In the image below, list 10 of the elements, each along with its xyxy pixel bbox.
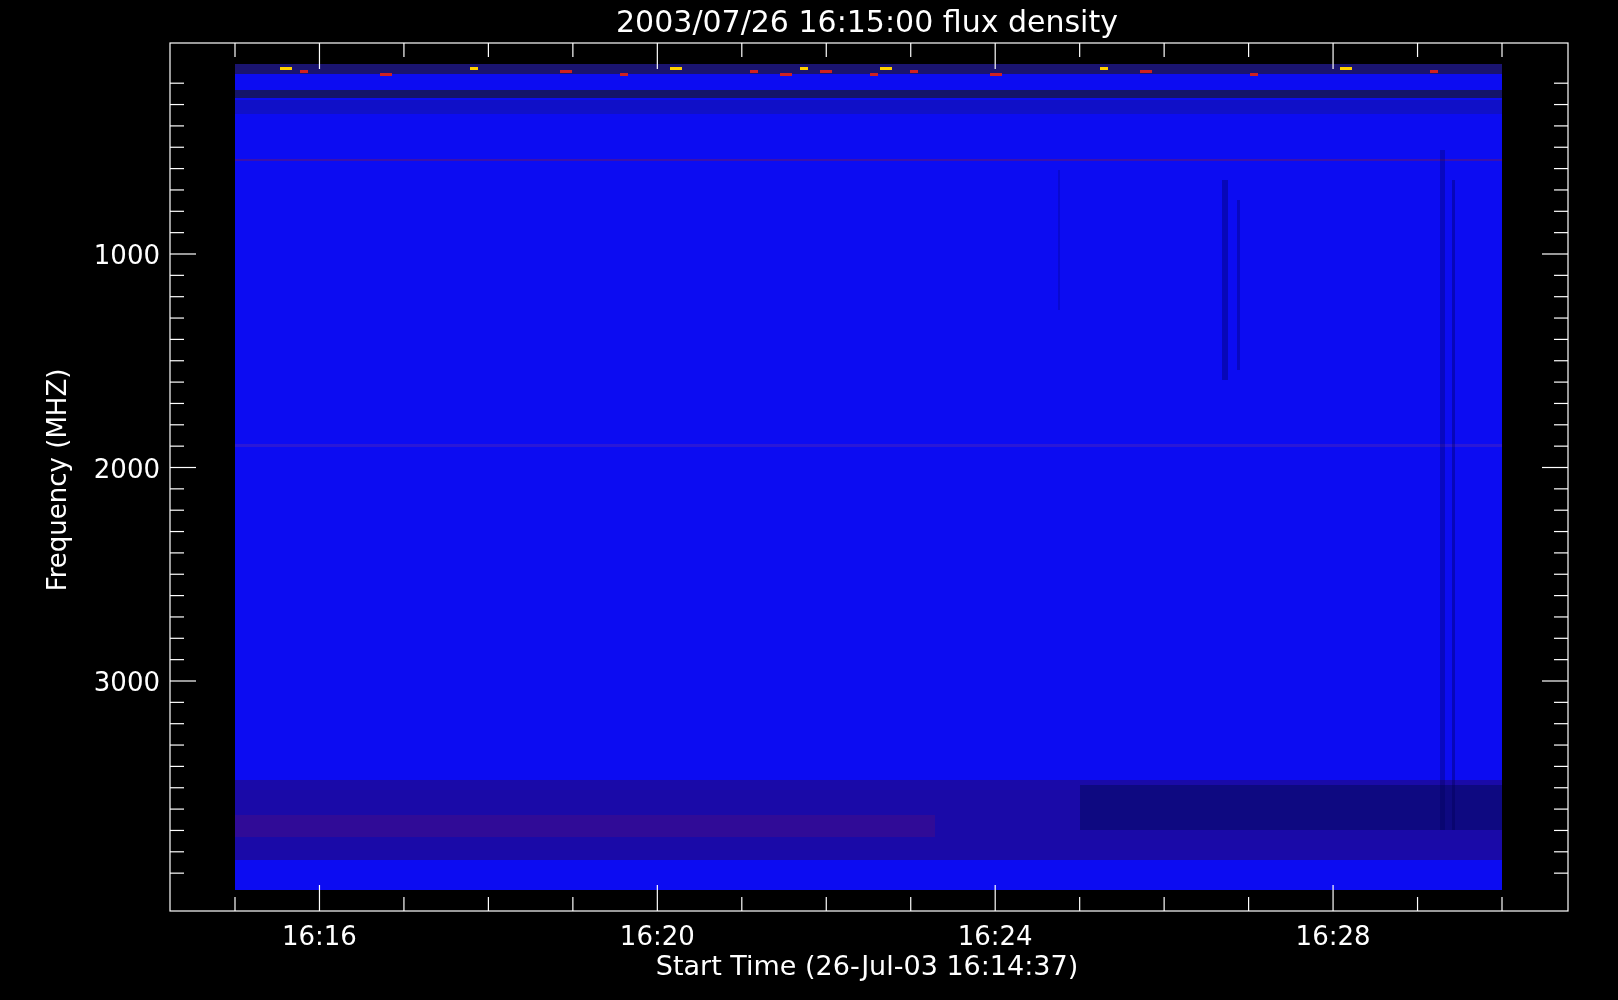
axis-tick-label: 16:28 xyxy=(1295,921,1371,951)
axis-tick-label: 16:24 xyxy=(957,921,1033,951)
axis-tick-label: 2000 xyxy=(93,453,160,484)
chart-title: 2003/07/26 16:15:00 flux density xyxy=(616,4,1118,39)
axis-tick-label: 1000 xyxy=(93,240,160,270)
axis-tick-label: 3000 xyxy=(93,667,160,697)
axis-tick-label: 16:16 xyxy=(282,921,357,951)
y-axis-title: Frequency (MHZ) xyxy=(42,368,72,592)
x-axis-title: Start Time (26-Jul-03 16:14:37) xyxy=(655,950,1079,981)
axis-tick-label: 16:20 xyxy=(619,921,695,951)
